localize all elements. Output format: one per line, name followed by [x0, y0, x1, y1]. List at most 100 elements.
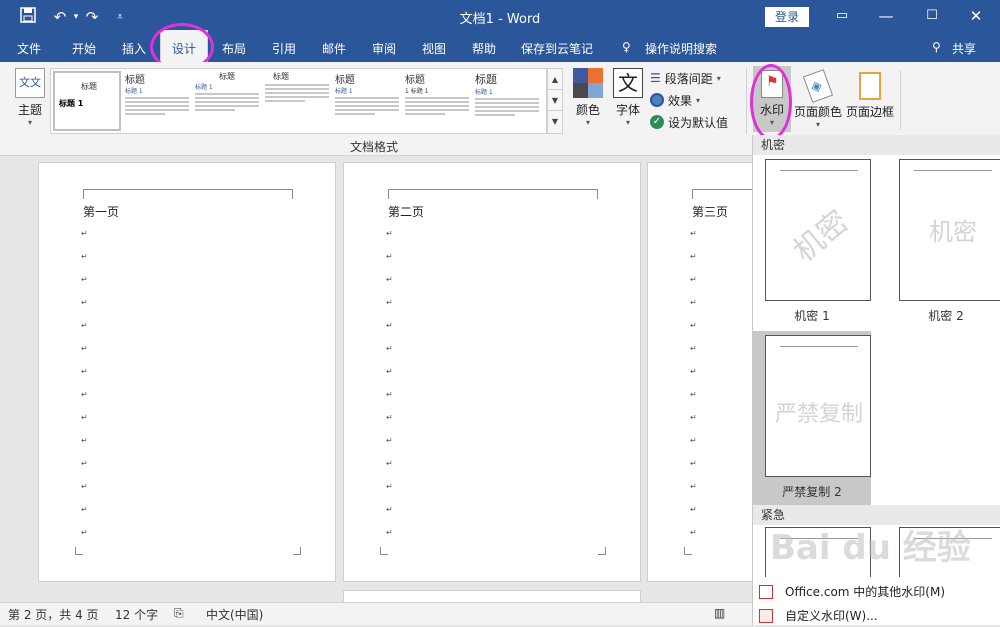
redo-icon[interactable]: ↷	[82, 7, 102, 27]
paragraph-mark: ↵	[690, 459, 697, 468]
colors-label: 颜色	[575, 103, 600, 117]
share-button[interactable]: 共享	[952, 40, 976, 57]
corner-mark	[293, 547, 301, 555]
style-set-thumb[interactable]: 标题 标题 1	[125, 71, 191, 131]
save-icon[interactable]	[18, 7, 38, 27]
gallery-more-icon[interactable]: ▼	[548, 111, 562, 132]
themes-icon: 文文	[15, 68, 45, 98]
fonts-button[interactable]: 文 字体 ▾	[610, 68, 646, 132]
paragraph-mark: ↵	[81, 436, 88, 445]
paragraph-mark: ↵	[386, 229, 393, 238]
proofing-icon[interactable]: ⎘	[174, 606, 184, 621]
paragraph-mark: ↵	[81, 344, 88, 353]
watermark-option-urgent-1[interactable]	[765, 527, 871, 577]
themes-button[interactable]: 文文 主题 ▾	[12, 68, 48, 132]
corner-mark	[684, 547, 692, 555]
tab-file[interactable]: 文件	[17, 40, 41, 57]
gallery-scroll: ▲ ▼ ▼	[547, 68, 563, 134]
more-watermarks-office[interactable]: Office.com 中的其他水印(M)	[753, 581, 1000, 603]
tab-layout[interactable]: 布局	[222, 40, 246, 57]
watermark-option-urgent-2[interactable]	[899, 527, 1000, 577]
set-default-label: 设为默认值	[668, 115, 729, 130]
customize-toolbar-icon[interactable]: ⩡	[110, 7, 130, 27]
tab-review[interactable]: 审阅	[372, 40, 396, 57]
tab-view[interactable]: 视图	[422, 40, 446, 57]
page-1[interactable]: 第一页 ↵ ↵ ↵ ↵ ↵ ↵ ↵ ↵ ↵ ↵ ↵ ↵ ↵ ↵	[38, 162, 336, 582]
effects-button[interactable]: 效果 ▾	[650, 90, 700, 110]
tell-me-search[interactable]: 操作说明搜索	[645, 40, 717, 57]
tab-mailings[interactable]: 邮件	[322, 40, 346, 57]
paragraph-mark: ↵	[81, 459, 88, 468]
page-4[interactable]	[343, 590, 641, 602]
page-borders-button[interactable]: 页面边框	[846, 68, 894, 132]
paragraph-mark: ↵	[386, 390, 393, 399]
tab-references[interactable]: 引用	[272, 40, 296, 57]
chevron-down-icon: ▾	[716, 73, 721, 83]
language[interactable]: 中文(中国)	[206, 606, 263, 623]
watermark-option-do-not-copy-2[interactable]: 严禁复制 严禁复制 2	[753, 331, 871, 505]
scroll-up-icon[interactable]: ▲	[548, 69, 562, 90]
style-set-thumb[interactable]: 标题 标题 1	[475, 71, 541, 131]
chevron-down-icon: ▾	[27, 118, 32, 127]
chevron-down-icon: ▾	[585, 118, 590, 127]
close-button[interactable]: ✕	[964, 5, 988, 27]
tab-insert[interactable]: 插入	[122, 40, 146, 57]
watermark-preview: 严禁复制	[765, 335, 871, 477]
paragraph-mark: ↵	[81, 528, 88, 537]
section-header-confidential: 机密	[753, 135, 1000, 155]
custom-watermark[interactable]: 自定义水印(W)...	[753, 605, 1000, 627]
watermark-caption: 机密 2	[928, 309, 964, 323]
watermark-preview: 机密	[765, 159, 871, 301]
colors-button[interactable]: 颜色 ▾	[570, 68, 606, 132]
page-2[interactable]: 第二页 ↵ ↵ ↵ ↵ ↵ ↵ ↵ ↵ ↵ ↵ ↵ ↵ ↵ ↵	[343, 162, 641, 582]
page-color-label: 页面颜色	[794, 105, 843, 119]
paragraph-mark: ↵	[690, 390, 697, 399]
tab-home[interactable]: 开始	[72, 40, 96, 57]
page-color-button[interactable]: ◈ 页面颜色 ▾	[794, 68, 842, 132]
header-marker	[692, 189, 752, 199]
paragraph-mark: ↵	[690, 252, 697, 261]
style-set-thumb[interactable]: 标题 1 标题 1	[405, 71, 471, 131]
divider	[746, 68, 747, 134]
page-heading: 第三页	[692, 205, 729, 219]
page-heading: 第二页	[388, 205, 425, 219]
ribbon-display-options-icon[interactable]: ▭	[830, 5, 854, 27]
paragraph-mark: ↵	[81, 367, 88, 376]
style-set-thumb[interactable]: 标题 标题 1	[335, 71, 401, 131]
paragraph-mark: ↵	[690, 436, 697, 445]
minimize-button[interactable]: —	[874, 5, 898, 27]
maximize-button[interactable]: ☐	[920, 5, 944, 27]
paragraph-mark: ↵	[690, 298, 697, 307]
style-set-gallery: 标题 标题 1 标题 标题 1 标题 标题 1 标题 标题 标题 1 标题 1 …	[50, 68, 547, 134]
scroll-down-icon[interactable]: ▼	[548, 90, 562, 111]
paragraph-mark: ↵	[690, 528, 697, 537]
custom-watermark-icon	[759, 609, 773, 623]
paragraph-spacing-button[interactable]: ☰ 段落间距 ▾	[650, 68, 721, 88]
tab-cloud-notes[interactable]: 保存到云笔记	[521, 40, 593, 57]
watermark-option-confidential-1[interactable]: 机密 机密 1	[753, 155, 871, 329]
status-bar: 第 2 页，共 4 页 12 个字 ⎘ 中文(中国) ▥	[0, 602, 752, 625]
paragraph-mark: ↵	[386, 344, 393, 353]
watermark-option-confidential-2[interactable]: 机密 机密 2	[887, 155, 1000, 329]
page-heading: 第一页	[83, 205, 120, 219]
watermark-preview: 机密	[899, 159, 1000, 301]
colors-icon	[573, 68, 603, 98]
person-icon: ⚲	[932, 40, 941, 54]
word-count[interactable]: 12 个字	[115, 606, 158, 623]
fonts-icon: 文	[613, 68, 643, 98]
style-set-thumb[interactable]: 标题 标题 1	[53, 71, 121, 131]
more-watermarks-label: Office.com 中的其他水印(M)	[785, 585, 946, 599]
set-default-button[interactable]: ✓ 设为默认值	[650, 112, 728, 132]
login-button[interactable]: 登录	[765, 7, 809, 27]
read-mode-icon[interactable]: ▥	[714, 606, 725, 620]
tab-help[interactable]: 帮助	[472, 40, 496, 57]
paragraph-mark: ↵	[81, 321, 88, 330]
style-set-thumb[interactable]: 标题	[265, 71, 331, 131]
page-3[interactable]: 第三页 ↵ ↵ ↵ ↵ ↵ ↵ ↵ ↵ ↵ ↵ ↵ ↵ ↵ ↵	[647, 162, 752, 582]
paragraph-mark: ↵	[81, 413, 88, 422]
page-count[interactable]: 第 2 页，共 4 页	[8, 606, 99, 623]
paragraph-mark: ↵	[690, 505, 697, 514]
document-workspace[interactable]: 第一页 ↵ ↵ ↵ ↵ ↵ ↵ ↵ ↵ ↵ ↵ ↵ ↵ ↵ ↵ 第二页 ↵ ↵ ↵ ↵ ↵ ↵ ↵ ↵ ↵ ↵ ↵ ↵ ↵ ↵ 第三…	[0, 156, 752, 602]
style-set-thumb[interactable]: 标题 标题 1	[195, 71, 261, 131]
paragraph-mark: ↵	[81, 482, 88, 491]
